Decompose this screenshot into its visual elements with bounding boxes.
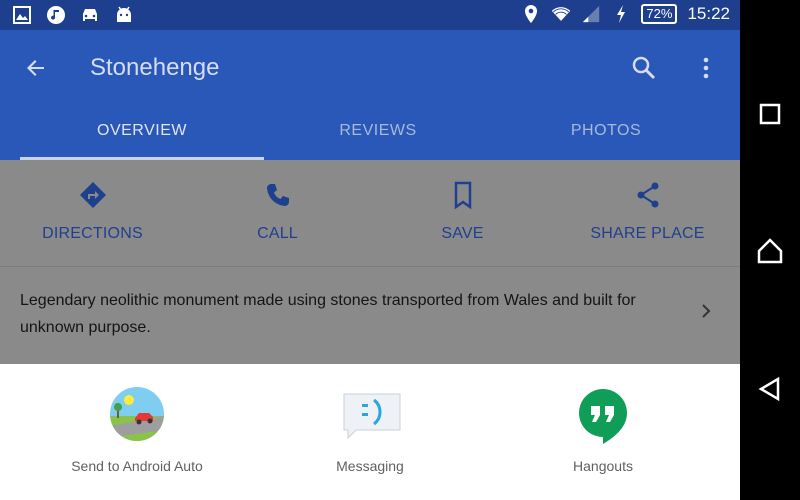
place-description-row[interactable]: Legendary neolithic monument made using … — [0, 267, 740, 364]
call-button[interactable]: CALL — [185, 160, 370, 266]
page-title: Stonehenge — [90, 54, 220, 81]
system-nav-bar — [740, 0, 800, 500]
share-target-label: Hangouts — [573, 458, 633, 474]
image-notification-icon — [12, 5, 32, 25]
recents-button[interactable] — [757, 101, 783, 127]
tab-photos[interactable]: PHOTOS — [492, 110, 720, 160]
tab-label: PHOTOS — [570, 122, 642, 139]
share-target-messaging[interactable]: Messaging — [260, 386, 480, 474]
battery-level: 72% — [641, 4, 678, 24]
tab-overview[interactable]: OVERVIEW — [20, 110, 264, 160]
share-icon — [637, 182, 658, 208]
share-place-button[interactable]: SHARE PLACE — [555, 160, 740, 266]
tab-label: OVERVIEW — [97, 122, 187, 139]
phone-icon — [266, 184, 289, 206]
place-actions: DIRECTIONS CALL SAVE SHARE PLACE — [0, 160, 740, 266]
car-notification-icon — [80, 5, 100, 25]
share-target-label: Messaging — [336, 458, 404, 474]
directions-button[interactable]: DIRECTIONS — [0, 160, 185, 266]
search-button[interactable] — [628, 52, 660, 84]
share-place-label: SHARE PLACE — [590, 225, 705, 242]
call-label: CALL — [257, 225, 298, 242]
clock: 15:22 — [687, 4, 730, 23]
app-bar: Stonehenge OVERVIEW REVIEWS PHOTOS — [0, 30, 740, 160]
chevron-right-icon — [702, 304, 711, 318]
location-icon — [521, 4, 541, 24]
status-bar: 72% 15:22 — [0, 0, 740, 30]
music-notification-icon — [46, 5, 66, 25]
android-notification-icon — [114, 5, 134, 25]
share-target-hangouts[interactable]: Hangouts — [493, 386, 713, 474]
tab-reviews[interactable]: REVIEWS — [264, 110, 492, 160]
hangouts-icon — [575, 386, 631, 444]
place-description: Legendary neolithic monument made using … — [20, 292, 636, 336]
save-label: SAVE — [441, 225, 484, 242]
more-vert-icon — [703, 57, 709, 79]
bookmark-icon — [454, 181, 471, 210]
tab-bar: OVERVIEW REVIEWS PHOTOS — [20, 110, 740, 160]
share-target-android-auto[interactable]: Send to Android Auto — [27, 386, 247, 474]
home-button[interactable] — [757, 238, 783, 264]
messaging-icon — [342, 386, 401, 442]
directions-label: DIRECTIONS — [42, 225, 143, 242]
directions-icon — [79, 182, 106, 208]
recents-icon — [759, 103, 781, 125]
device-screen: 72% 15:22 Stonehenge OVERVIEW REVIEWS PH… — [0, 0, 740, 500]
cell-signal-icon — [581, 4, 601, 24]
share-target-label: Send to Android Auto — [71, 458, 203, 474]
charging-icon — [611, 4, 631, 24]
save-button[interactable]: SAVE — [370, 160, 555, 266]
back-nav-button[interactable] — [757, 376, 783, 402]
wifi-icon — [551, 4, 571, 24]
tab-label: REVIEWS — [339, 122, 417, 139]
home-icon — [757, 238, 783, 264]
back-triangle-icon — [758, 376, 780, 402]
arrow-back-icon — [27, 60, 44, 76]
search-icon — [632, 56, 656, 80]
more-options-button[interactable] — [690, 52, 722, 84]
share-sheet: Send to Android Auto Messaging Hangouts — [0, 364, 740, 500]
back-button[interactable] — [20, 52, 52, 84]
android-auto-icon — [109, 386, 165, 442]
